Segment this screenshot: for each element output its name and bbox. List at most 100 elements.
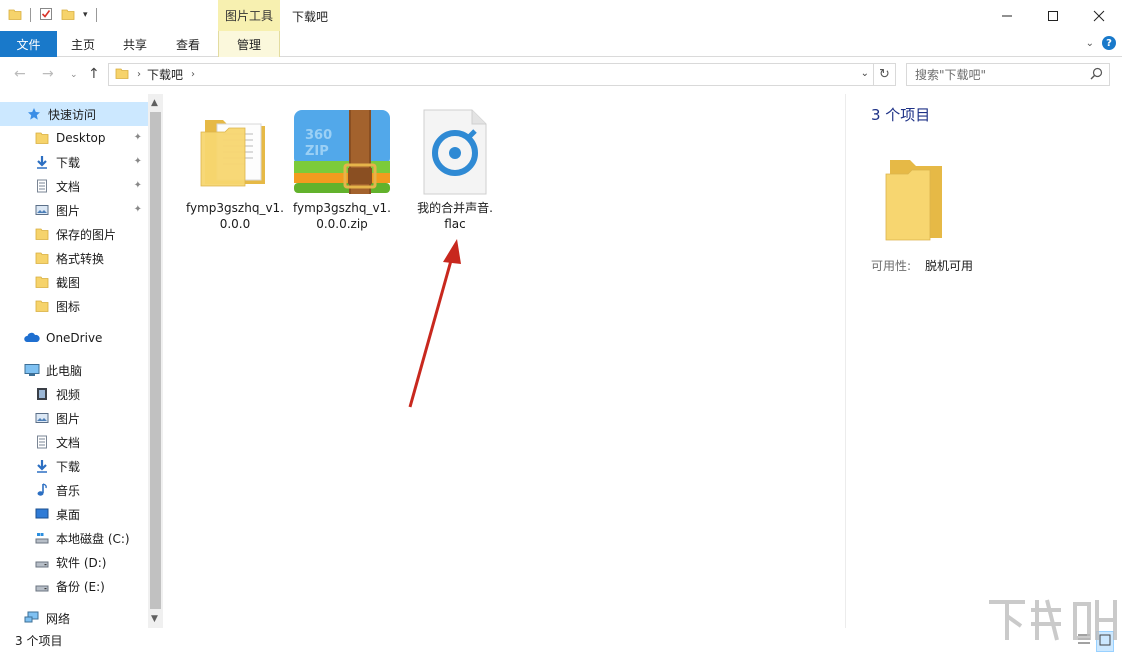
maximize-button[interactable]: [1030, 0, 1076, 31]
scrollbar-thumb[interactable]: [150, 112, 161, 609]
title-bar: ▾ 图片工具 下载吧: [0, 0, 1122, 31]
sidebar-item-this-pc[interactable]: 此电脑: [0, 358, 148, 382]
sidebar-item-network[interactable]: 网络: [0, 606, 148, 628]
sidebar-item-screenshots[interactable]: 截图: [0, 270, 148, 294]
sidebar-item-label: 快速访问: [48, 107, 97, 122]
sidebar-item-downloads[interactable]: 下载 ✦: [0, 150, 148, 174]
folder-icon: [8, 7, 22, 24]
sidebar-item-music[interactable]: 音乐: [0, 478, 148, 502]
sidebar-scrollbar[interactable]: ▲ ▼: [148, 94, 163, 628]
sidebar-item-saved-pictures[interactable]: 保存的图片: [0, 222, 148, 246]
sidebar-item-pc-pictures[interactable]: 图片: [0, 406, 148, 430]
folder-icon: [34, 130, 50, 146]
status-item-count: 3 个项目: [15, 634, 63, 648]
tab-view[interactable]: 查看: [164, 31, 212, 57]
folder-icon: [34, 274, 50, 290]
sidebar-item-documents[interactable]: 文档 ✦: [0, 174, 148, 198]
recent-locations-icon[interactable]: ⌄: [70, 70, 78, 80]
pin-icon[interactable]: ✦: [134, 204, 142, 215]
sidebar-item-icons[interactable]: 图标: [0, 294, 148, 318]
search-placeholder: 搜索"下载吧": [915, 68, 987, 82]
address-bar[interactable]: › 下载吧 › ⌄: [108, 63, 874, 86]
sidebar-item-label: 文档: [56, 179, 81, 194]
ribbon-tabs: 文件 主页 共享 查看 管理 ⌄ ?: [0, 31, 1122, 57]
tab-share[interactable]: 共享: [111, 31, 159, 57]
sidebar-item-label: 截图: [56, 275, 81, 290]
pin-icon[interactable]: ✦: [134, 156, 142, 167]
folder-icon: [34, 250, 50, 266]
breadcrumb-item[interactable]: 下载吧: [147, 66, 183, 83]
sidebar-item-label: 文档: [56, 435, 81, 450]
sidebar-item-pc-documents[interactable]: 文档: [0, 430, 148, 454]
help-icon[interactable]: ?: [1102, 36, 1116, 50]
folder-icon: [34, 298, 50, 314]
address-dropdown-icon[interactable]: ⌄: [861, 68, 869, 79]
quick-access-toolbar: ▾: [8, 5, 97, 25]
scroll-down-arrow-icon[interactable]: ▼: [151, 614, 158, 624]
tab-manage[interactable]: 管理: [218, 31, 280, 57]
sidebar-item-desktop[interactable]: Desktop ✦: [0, 126, 148, 150]
sidebar-item-label: 备份 (E:): [56, 579, 105, 594]
tab-file[interactable]: 文件: [0, 31, 57, 57]
sidebar-item-pictures[interactable]: 图片 ✦: [0, 198, 148, 222]
expand-ribbon-icon[interactable]: ⌄: [1086, 38, 1094, 49]
pin-icon[interactable]: ✦: [134, 180, 142, 191]
folder-icon: [34, 226, 50, 242]
close-button[interactable]: [1076, 0, 1122, 31]
refresh-button[interactable]: ↻: [874, 63, 896, 86]
forward-arrow-icon[interactable]: →: [42, 66, 54, 82]
sidebar-item-label: 格式转换: [56, 251, 105, 266]
sidebar-item-quick-access[interactable]: 快速访问: [0, 102, 148, 126]
breadcrumb-chevron-icon[interactable]: ›: [191, 69, 195, 80]
availability-row: 可用性: 脱机可用: [871, 257, 973, 274]
pin-icon[interactable]: ✦: [134, 132, 142, 143]
sidebar-item-desktop-pc[interactable]: 桌面: [0, 502, 148, 526]
minimize-button[interactable]: [984, 0, 1030, 31]
availability-value: 脱机可用: [925, 259, 974, 273]
sidebar-item-label: 图片: [56, 411, 81, 426]
picture-tools-context-label: 图片工具: [218, 0, 280, 31]
sidebar-item-label: 下载: [56, 459, 81, 474]
document-icon: [34, 434, 50, 450]
picture-icon: [34, 202, 50, 218]
up-arrow-icon[interactable]: ↑: [88, 66, 100, 82]
customize-dropdown-icon[interactable]: ▾: [83, 10, 88, 20]
sidebar-item-drive-c[interactable]: 本地磁盘 (C:): [0, 526, 148, 550]
status-bar: 3 个项目: [0, 628, 1122, 652]
item-count-heading: 3 个项目: [871, 106, 931, 124]
network-icon: [24, 610, 40, 626]
sidebar-item-label: 视频: [56, 387, 81, 402]
maximize-icon: [1048, 10, 1058, 21]
sidebar-item-format-convert[interactable]: 格式转换: [0, 246, 148, 270]
details-pane: 3 个项目 可用性: 脱机可用: [845, 94, 1122, 628]
search-icon[interactable]: [1090, 67, 1103, 83]
breadcrumb-chevron-icon[interactable]: ›: [137, 69, 141, 80]
availability-label: 可用性:: [871, 259, 912, 273]
sidebar-item-label: 软件 (D:): [56, 555, 107, 570]
sidebar-item-drive-d[interactable]: 软件 (D:): [0, 550, 148, 574]
sidebar-item-label: 下载: [56, 155, 81, 170]
sidebar-item-label: 本地磁盘 (C:): [56, 531, 130, 546]
new-folder-icon[interactable]: [61, 7, 75, 24]
search-input[interactable]: 搜索"下载吧": [906, 63, 1110, 86]
sidebar-item-label: 桌面: [56, 507, 81, 522]
sidebar-item-label: Desktop: [56, 131, 106, 145]
download-arrow-icon: [34, 154, 50, 170]
cloud-icon: [24, 330, 40, 346]
sidebar-item-onedrive[interactable]: OneDrive: [0, 326, 148, 350]
sidebar-item-label: 图标: [56, 299, 81, 314]
site-watermark-logo: [985, 594, 1119, 644]
computer-icon: [24, 362, 40, 378]
properties-icon[interactable]: [39, 7, 53, 24]
sidebar-item-label: 网络: [46, 611, 71, 626]
sidebar-item-drive-e[interactable]: 备份 (E:): [0, 574, 148, 598]
desktop-icon: [34, 506, 50, 522]
sidebar-item-videos[interactable]: 视频: [0, 382, 148, 406]
folder-icon: [884, 158, 948, 247]
drive-icon: [34, 578, 50, 594]
back-arrow-icon[interactable]: ←: [14, 66, 26, 82]
sidebar-item-pc-downloads[interactable]: 下载: [0, 454, 148, 478]
navigation-pane: 快速访问 Desktop ✦ 下载 ✦ 文档 ✦ 图片 ✦ 保存的图片 格式转换…: [0, 94, 148, 628]
scroll-up-arrow-icon[interactable]: ▲: [151, 98, 158, 108]
tab-home[interactable]: 主页: [59, 31, 107, 57]
